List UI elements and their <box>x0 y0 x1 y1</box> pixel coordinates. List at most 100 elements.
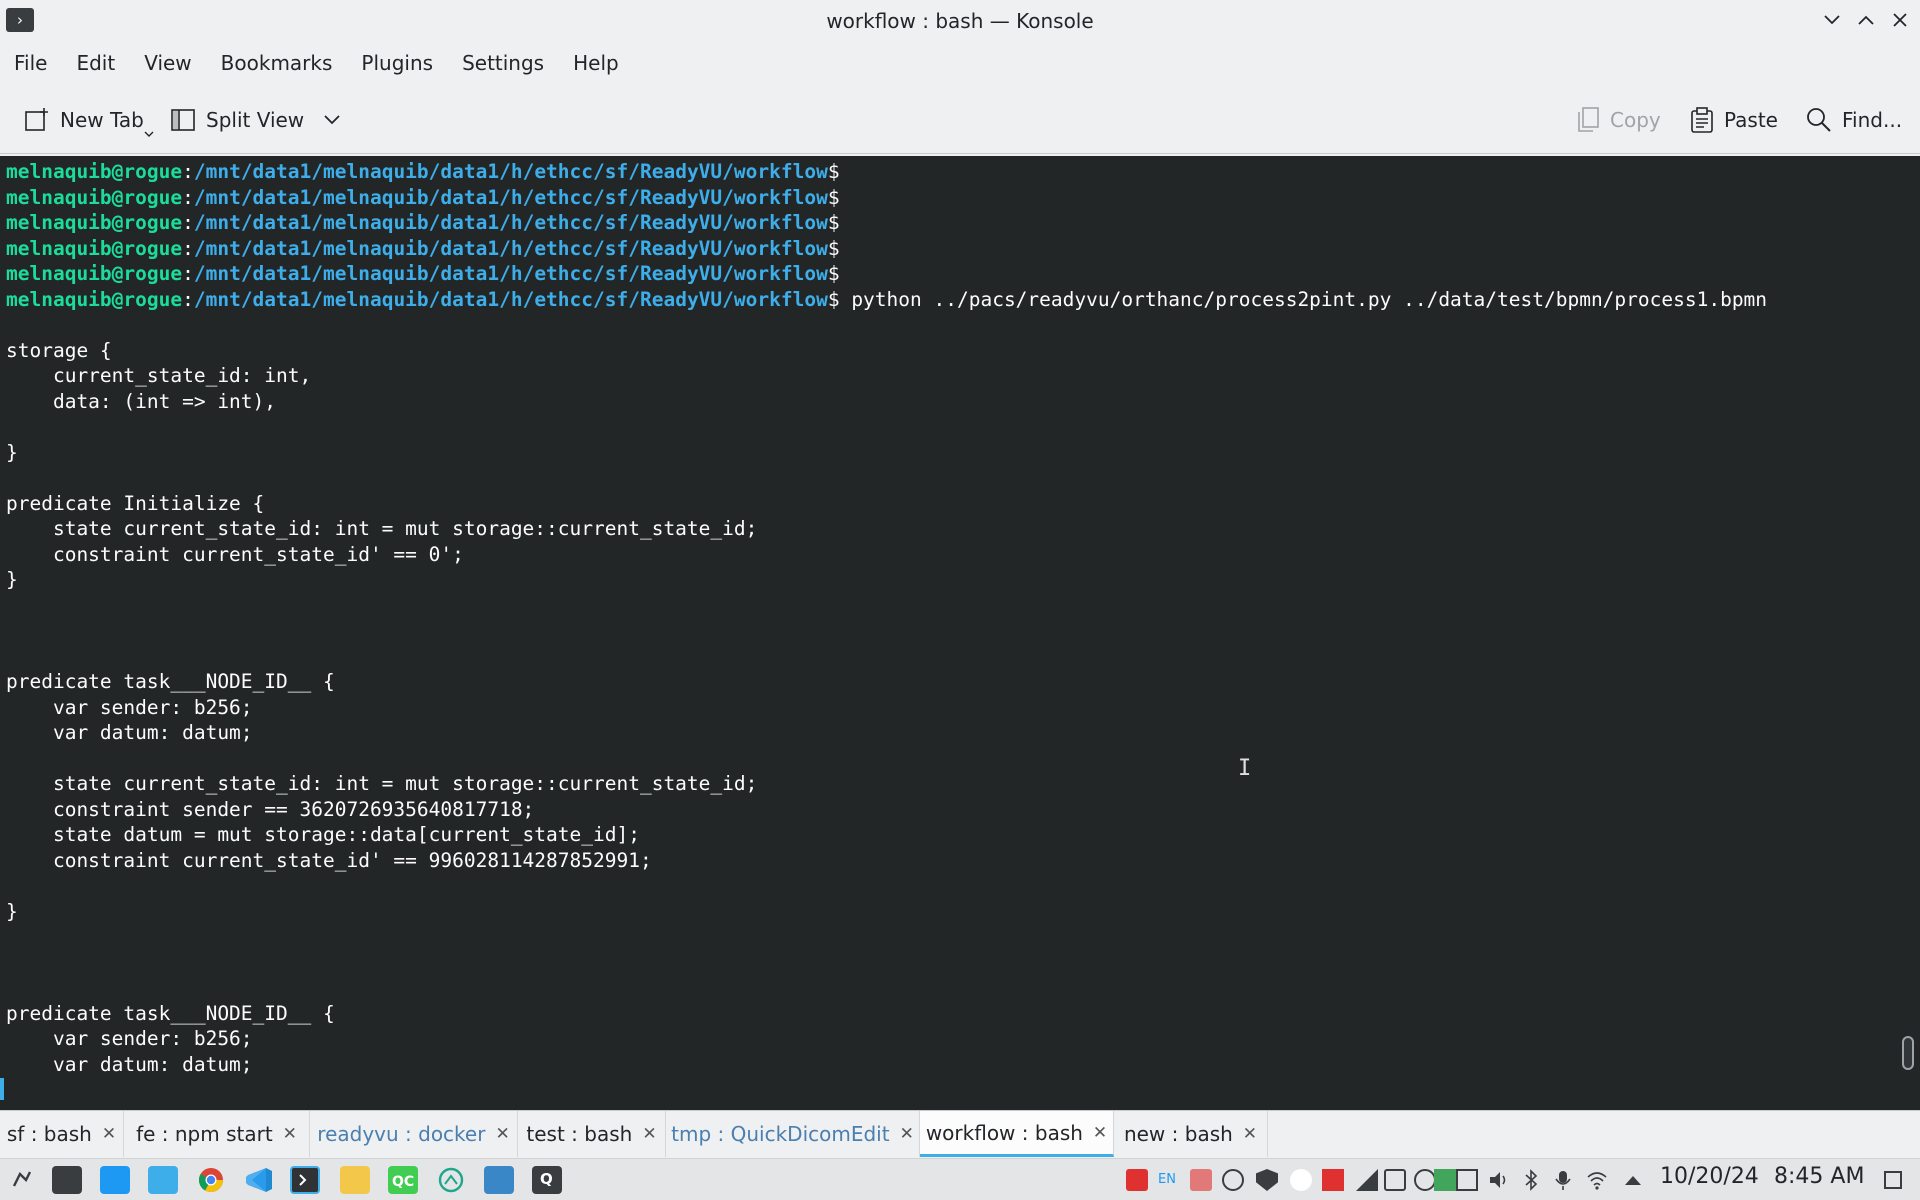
menu-settings[interactable]: Settings <box>462 44 544 82</box>
tab-test-bash[interactable]: test : bash ✕ <box>518 1111 666 1157</box>
tray-shield-icon[interactable] <box>1256 1169 1278 1191</box>
close-icon[interactable]: ✕ <box>102 1124 116 1144</box>
tab-new-bash[interactable]: new : bash ✕ <box>1114 1111 1268 1157</box>
close-icon <box>1893 13 1907 27</box>
tab-fe-npm-start[interactable]: fe : npm start ✕ <box>124 1111 310 1157</box>
output-line: constraint current_state_id' == 0'; <box>6 542 464 566</box>
chevron-up-icon <box>1858 15 1874 25</box>
new-tab-label: New Tab <box>60 108 144 132</box>
volume-icon[interactable] <box>1488 1169 1510 1191</box>
discover-icon[interactable] <box>100 1166 130 1194</box>
close-icon[interactable]: ✕ <box>495 1124 509 1144</box>
text-cursor-icon: I <box>1238 756 1252 781</box>
taskbar-date[interactable]: 10/20/24 <box>1660 1164 1759 1189</box>
close-icon[interactable]: ✕ <box>900 1124 914 1144</box>
prompt-line: melnaquib@rogue:/mnt/data1/melnaquib/dat… <box>6 159 840 185</box>
output-line: data: (int => int), <box>6 389 277 413</box>
output-line: } <box>6 568 18 591</box>
tray-expand-icon[interactable] <box>1622 1169 1644 1191</box>
menu-edit[interactable]: Edit <box>76 44 115 82</box>
close-window-button[interactable] <box>1888 7 1912 33</box>
show-desktop-icon[interactable] <box>1884 1171 1902 1189</box>
prompt-colon: : <box>182 211 194 234</box>
tab-workflow-bash[interactable]: workflow : bash ✕ <box>920 1111 1114 1157</box>
prompt-symbol: $ <box>827 160 840 183</box>
prompt-symbol: $ <box>827 185 840 209</box>
paste-button[interactable]: Paste <box>1690 98 1778 142</box>
output-line: predicate task___NODE_ID__ { <box>6 670 335 693</box>
output-line: constraint current_state_id' == 99602811… <box>6 848 652 872</box>
prompt-user: melnaquib@rogue <box>6 160 183 183</box>
svg-text:QC: QC <box>392 1174 414 1190</box>
tab-tmp-quickdicomedit[interactable]: tmp : QuickDicomEdit ✕ <box>666 1111 920 1157</box>
line-marker <box>0 1078 4 1100</box>
close-icon[interactable]: ✕ <box>1093 1123 1107 1143</box>
output-line: predicate task___NODE_ID__ { <box>6 1001 335 1025</box>
menu-view[interactable]: View <box>144 44 191 82</box>
terminal-view[interactable]: melnaquib@rogue:/mnt/data1/melnaquib/dat… <box>0 156 1920 1110</box>
taskbar-time[interactable]: 8:45 AM <box>1774 1164 1864 1189</box>
close-icon[interactable]: ✕ <box>1243 1124 1257 1144</box>
tray-grid-app-icon[interactable] <box>1434 1169 1456 1191</box>
tray-media-icon[interactable] <box>1222 1169 1244 1191</box>
output-line: } <box>6 440 18 464</box>
qt-creator-icon[interactable]: QC <box>388 1166 418 1194</box>
prompt-user: melnaquib@rogue <box>6 236 183 260</box>
cat-app-icon[interactable] <box>340 1166 370 1194</box>
tab-label: sf : bash <box>6 1122 92 1146</box>
menu-bookmarks[interactable]: Bookmarks <box>221 44 333 82</box>
tray-app-red-icon[interactable] <box>1126 1169 1148 1191</box>
menu-file[interactable]: File <box>14 44 47 82</box>
file-manager-icon[interactable] <box>148 1166 178 1194</box>
close-icon[interactable]: ✕ <box>283 1124 297 1144</box>
menu-help[interactable]: Help <box>573 44 619 82</box>
tray-flag-icon[interactable] <box>1322 1169 1344 1191</box>
app-launcher-icon[interactable] <box>6 1166 36 1194</box>
clipboard-icon <box>1691 107 1713 133</box>
wifi-icon[interactable] <box>1586 1169 1608 1191</box>
menu-bar: File Edit View Bookmarks Plugins Setting… <box>0 44 1920 82</box>
pager-icon[interactable] <box>52 1166 82 1194</box>
split-view-button[interactable]: Split View <box>170 98 350 142</box>
tab-readyvu-docker[interactable]: readyvu : docker ✕ <box>310 1111 518 1157</box>
copy-button[interactable]: Copy <box>1576 98 1661 142</box>
dicom-app-icon[interactable]: Q <box>532 1166 562 1194</box>
prompt-path: /mnt/data1/melnaquib/data1/h/ethcc/sf/Re… <box>193 287 828 311</box>
tab-sf-bash[interactable]: sf : bash ✕ <box>0 1111 124 1157</box>
tray-notes-icon[interactable] <box>1456 1169 1478 1191</box>
prompt-line: melnaquib@rogue:/mnt/data1/melnaquib/dat… <box>6 287 1767 313</box>
prompt-colon: : <box>182 287 194 311</box>
session-tab-bar: sf : bash ✕ fe : npm start ✕ readyvu : doc… <box>0 1110 1920 1157</box>
prompt-line: melnaquib@rogue:/mnt/data1/melnaquib/dat… <box>6 210 840 236</box>
microphone-icon[interactable] <box>1552 1169 1574 1191</box>
prompt-line: melnaquib@rogue:/mnt/data1/melnaquib/dat… <box>6 236 840 262</box>
network-app-icon[interactable] <box>436 1166 466 1194</box>
menu-plugins[interactable]: Plugins <box>361 44 433 82</box>
remote-desktop-icon[interactable] <box>484 1166 514 1194</box>
copy-label: Copy <box>1610 108 1661 132</box>
tray-language-indicator[interactable]: EN <box>1158 1169 1180 1191</box>
tray-recorder-icon[interactable] <box>1190 1169 1212 1191</box>
maximize-button[interactable] <box>1854 7 1878 33</box>
prompt-path: /mnt/data1/melnaquib/data1/h/ethcc/sf/Re… <box>193 160 828 183</box>
close-icon[interactable]: ✕ <box>642 1124 656 1144</box>
chrome-icon[interactable] <box>196 1166 226 1194</box>
new-tab-button[interactable]: New Tab <box>24 98 164 142</box>
vscode-icon[interactable] <box>244 1166 274 1194</box>
prompt-symbol: $ <box>827 287 840 311</box>
konsole-icon[interactable] <box>290 1166 320 1194</box>
chevron-down-icon <box>1824 15 1840 25</box>
terminal-scrollbar[interactable] <box>1902 1036 1914 1070</box>
tray-cloud-icon[interactable] <box>1290 1169 1312 1191</box>
output-line: state current_state_id: int = mut storag… <box>6 517 758 540</box>
prompt-path: /mnt/data1/melnaquib/data1/h/ethcc/sf/Re… <box>193 211 828 234</box>
output-line: predicate Initialize { <box>6 491 265 515</box>
prompt-user: melnaquib@rogue <box>6 185 183 209</box>
prompt-symbol: $ <box>827 211 840 234</box>
find-button[interactable]: Find... <box>1806 98 1902 142</box>
minimize-button[interactable] <box>1820 7 1844 33</box>
bluetooth-icon[interactable] <box>1520 1169 1542 1191</box>
tray-arrow-icon[interactable] <box>1356 1169 1378 1191</box>
output-line: var sender: b256; <box>6 695 253 719</box>
tray-clipboard-icon[interactable] <box>1384 1169 1406 1191</box>
